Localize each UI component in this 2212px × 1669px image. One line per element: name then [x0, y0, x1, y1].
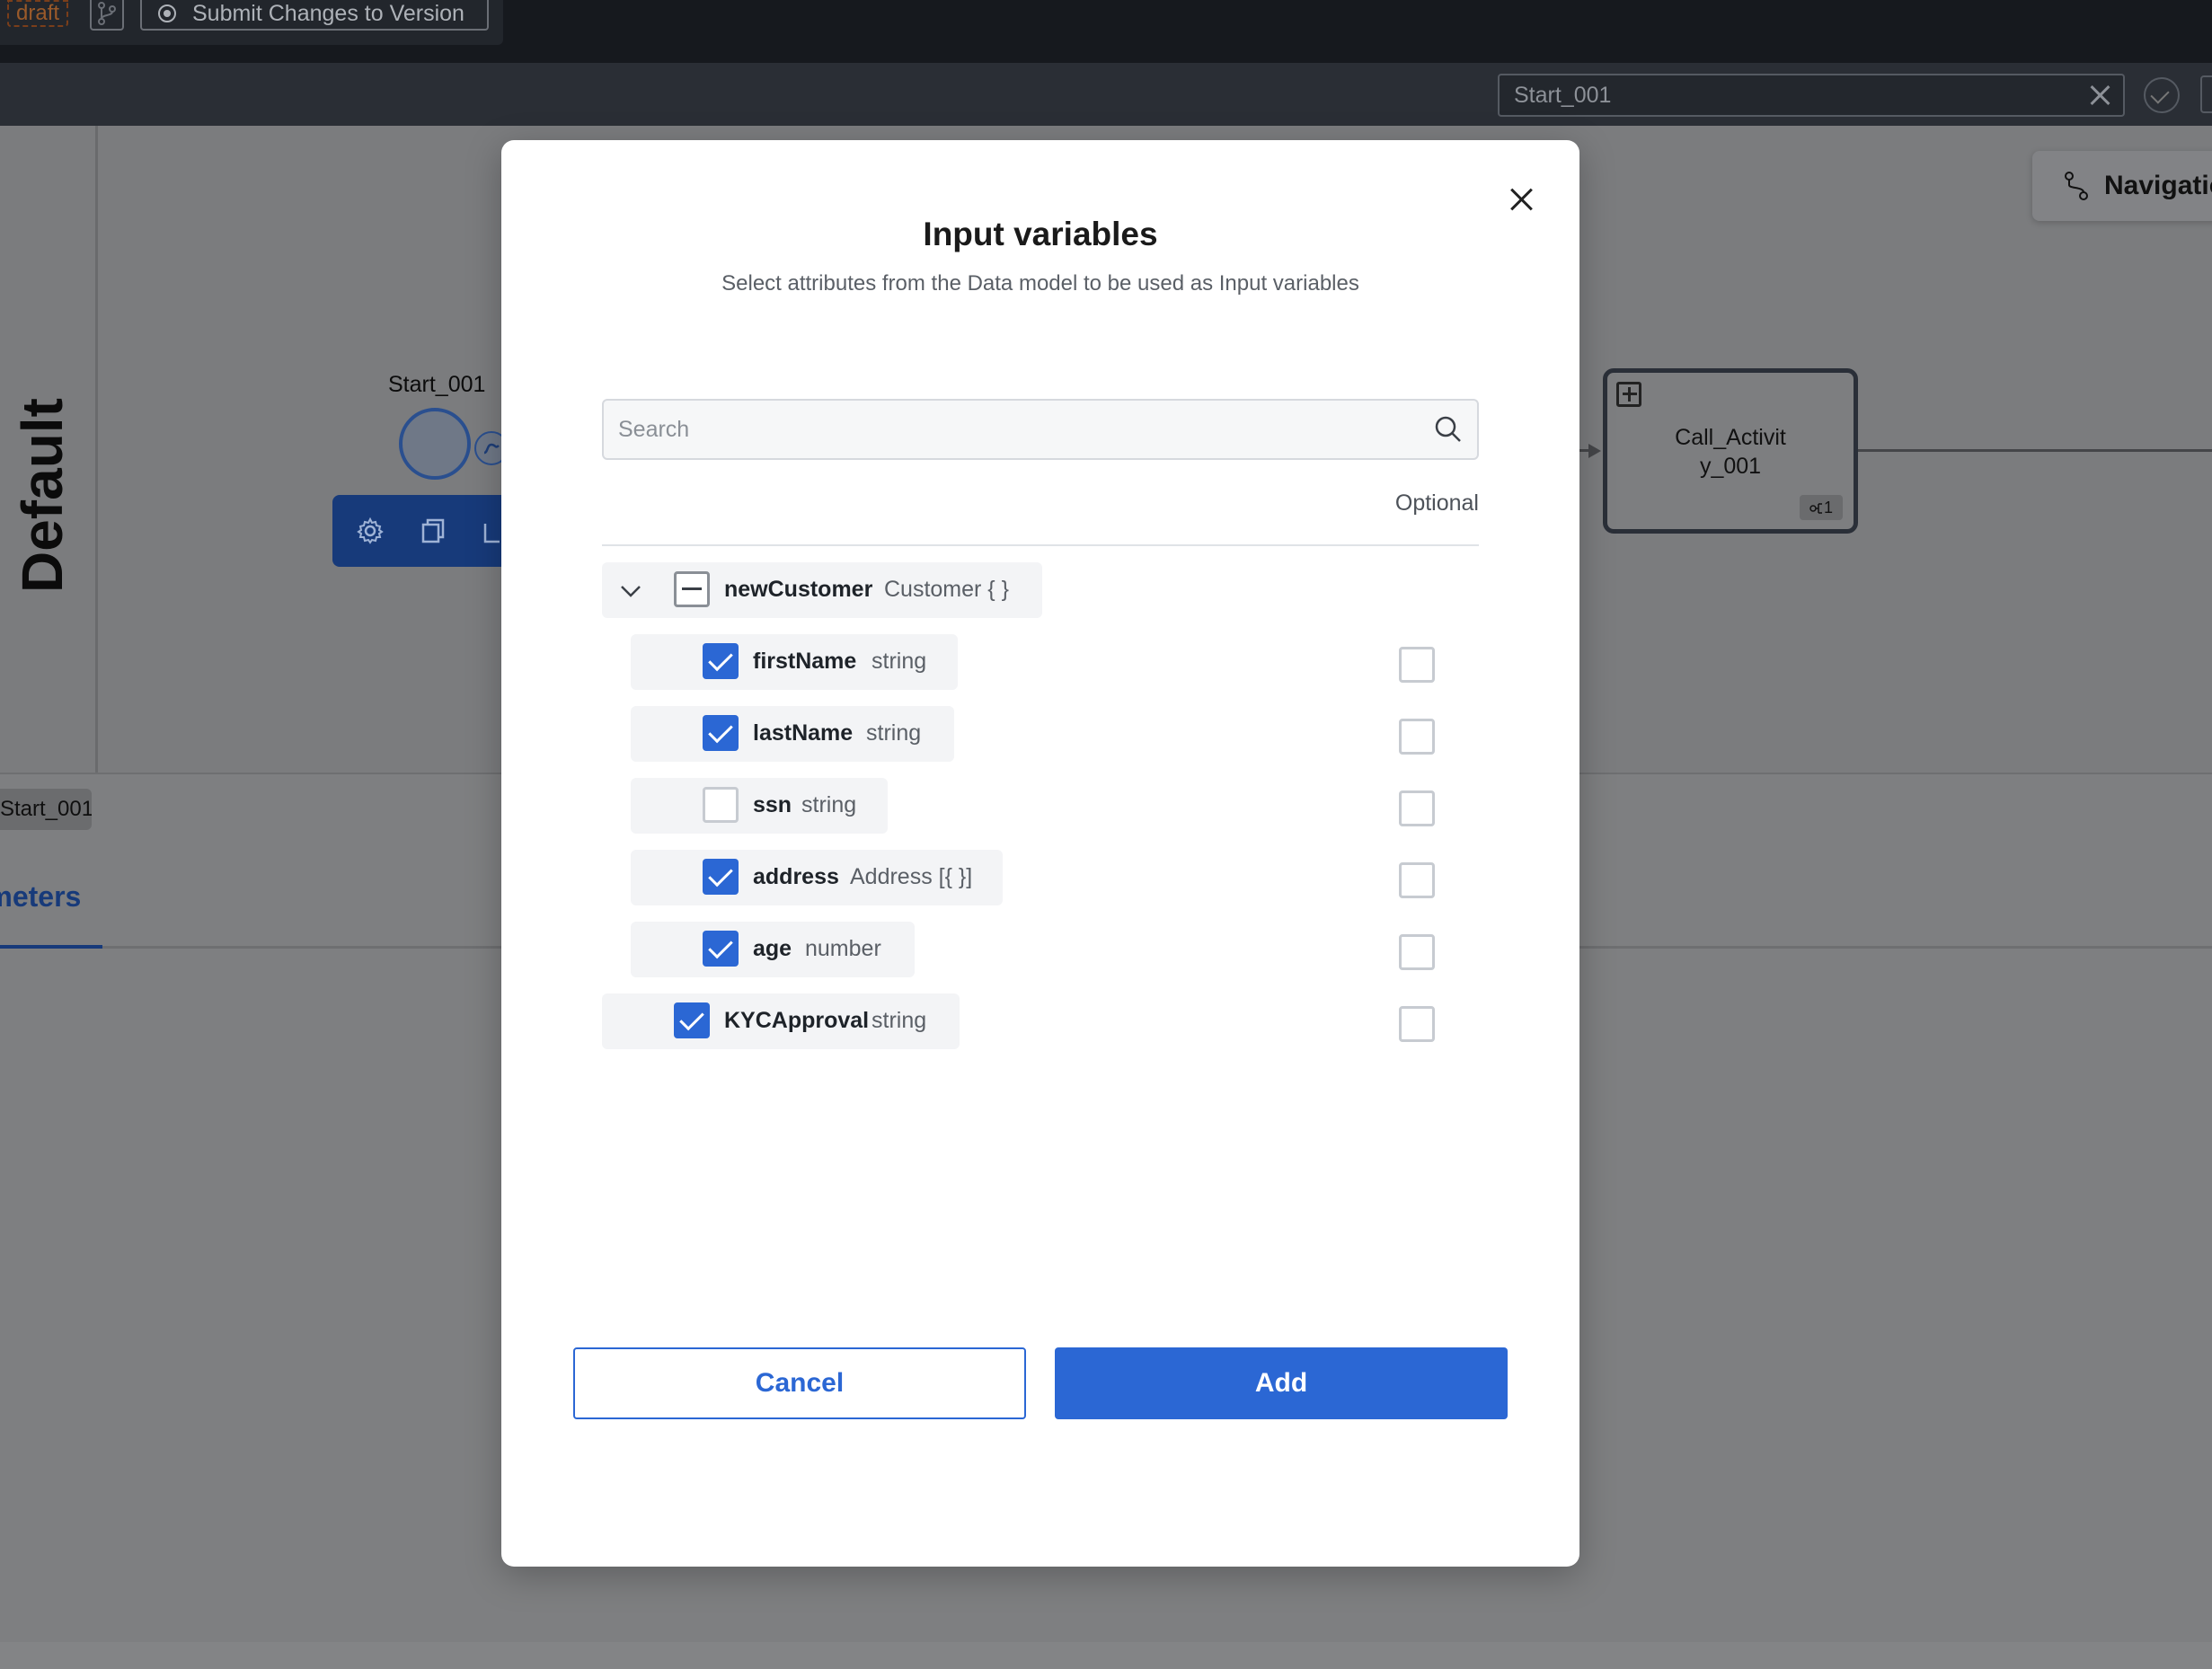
attribute-checkbox[interactable]	[703, 643, 739, 679]
node-search-value: Start_001	[1514, 83, 1612, 108]
attribute-name: firstName	[753, 649, 857, 674]
optional-column-header: Optional	[1394, 490, 1479, 516]
modal-title: Input variables	[923, 216, 1158, 252]
search-input[interactable]	[618, 410, 1409, 449]
navigation-panel[interactable]: Navigation	[2032, 151, 2212, 221]
validate-icon[interactable]	[2144, 77, 2180, 113]
submit-changes-button[interactable]: Submit Changes to Version	[140, 0, 489, 31]
chevron-down-icon[interactable]	[618, 578, 643, 604]
modal-subtitle: Select attributes from the Data model to…	[721, 271, 1359, 296]
branch-icon	[98, 2, 116, 25]
node-toolbar	[332, 495, 512, 567]
attribute-type: string	[872, 649, 927, 674]
call-activity-node[interactable]: Call_Activit y_001 1	[1603, 368, 1858, 534]
flow-arrow-icon	[1588, 444, 1601, 458]
active-tab-indicator	[0, 945, 102, 949]
attribute-type: Address [{ }]	[850, 864, 973, 889]
optional-checkbox[interactable]	[1399, 862, 1435, 898]
subprocess-icon	[1809, 503, 1822, 514]
optional-checkbox[interactable]	[1399, 934, 1435, 970]
optional-checkbox[interactable]	[1399, 647, 1435, 683]
version-controls: draft Submit Changes to Version	[0, 0, 503, 45]
root-checkbox[interactable]	[674, 571, 710, 607]
cancel-button[interactable]: Cancel	[573, 1347, 1026, 1419]
tab-parameters[interactable]: Parameters	[0, 880, 81, 914]
attribute-type: number	[805, 936, 881, 961]
attribute-type: string	[801, 792, 857, 817]
search-field[interactable]	[602, 399, 1479, 460]
root-name: newCustomer	[724, 577, 873, 602]
lane-divider	[95, 126, 98, 773]
start-event-label: Start_001	[388, 372, 486, 397]
start-event-node[interactable]	[399, 408, 471, 480]
kycapproval-checkbox[interactable]	[674, 1002, 710, 1038]
more-toolbar-button[interactable]	[2200, 75, 2212, 113]
delete-icon[interactable]	[482, 517, 500, 545]
navigation-label: Navigation	[2104, 171, 2212, 200]
lane-label: Default	[10, 398, 75, 593]
subprocess-plus-icon	[1616, 382, 1641, 407]
attribute-name: ssn	[753, 792, 792, 817]
attribute-name: lastName	[753, 720, 854, 746]
search-icon[interactable]	[1434, 415, 1463, 444]
optional-checkbox[interactable]	[1399, 719, 1435, 755]
attribute-name: age	[753, 936, 792, 961]
outgoing-flow	[1858, 449, 2212, 452]
node-search-field[interactable]: Start_001	[1498, 74, 2125, 117]
kycapproval-name: KYCApproval	[724, 1008, 870, 1033]
record-icon	[158, 4, 176, 22]
footer-strip	[0, 1642, 2212, 1669]
route-icon	[2065, 172, 2088, 200]
call-activity-label-2: y_001	[1699, 454, 1762, 479]
call-activity-label-1: Call_Activit	[1675, 425, 1786, 450]
submit-changes-label: Submit Changes to Version	[192, 1, 465, 26]
call-activity-badge-count: 1	[1823, 499, 1833, 517]
attribute-checkbox[interactable]	[703, 931, 739, 967]
draft-badge: draft	[7, 0, 69, 27]
close-icon[interactable]	[1506, 183, 1538, 216]
selected-node-tag: Start_001	[0, 789, 92, 830]
branch-button[interactable]	[90, 0, 124, 31]
copy-icon[interactable]	[419, 517, 447, 545]
kycapproval-type: string	[872, 1008, 927, 1033]
root-type: Customer { }	[884, 577, 1009, 602]
attribute-checkbox[interactable]	[703, 715, 739, 751]
optional-checkbox[interactable]	[1399, 1006, 1435, 1042]
optional-checkbox[interactable]	[1399, 790, 1435, 826]
attribute-type: string	[866, 720, 922, 746]
gear-icon[interactable]	[356, 517, 385, 545]
call-activity-badge: 1	[1800, 495, 1843, 520]
clear-search-icon[interactable]	[2087, 83, 2112, 108]
header-divider	[602, 544, 1479, 546]
add-button[interactable]: Add	[1055, 1347, 1508, 1419]
attribute-name: address	[753, 864, 839, 889]
attribute-checkbox[interactable]	[703, 787, 739, 823]
attribute-checkbox[interactable]	[703, 859, 739, 895]
